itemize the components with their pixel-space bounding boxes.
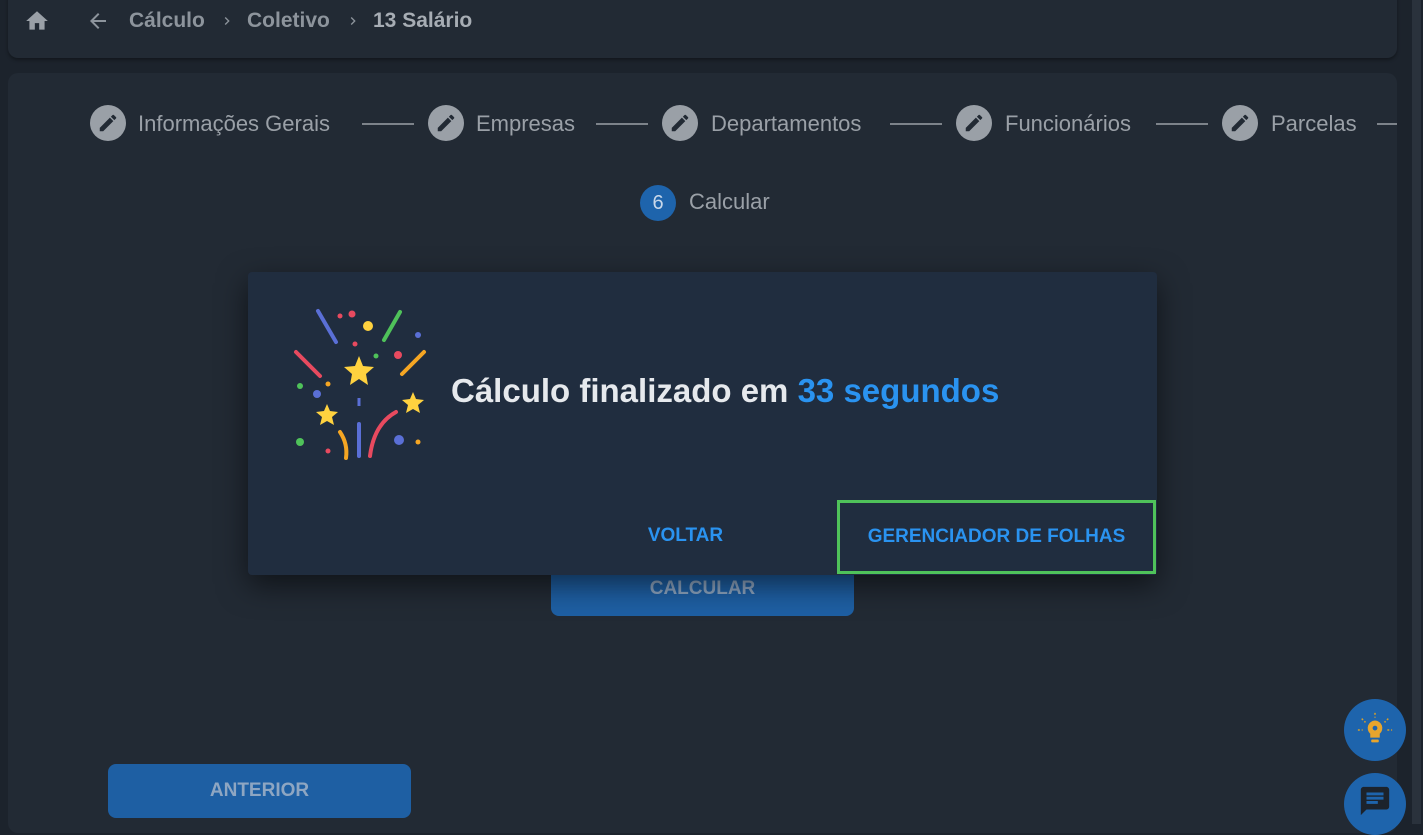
tips-fab[interactable]	[1344, 699, 1406, 761]
anterior-button[interactable]: ANTERIOR	[108, 764, 411, 818]
message-text: Cálculo finalizado em	[451, 372, 798, 409]
step-connector	[1377, 123, 1397, 125]
step-label: Empresas	[476, 111, 576, 136]
calculation-message: Cálculo finalizado em 33 segundos	[451, 372, 999, 410]
calcular-button-label: CALCULAR	[649, 578, 756, 599]
breadcrumb-item-calculo[interactable]: Cálculo	[129, 9, 205, 33]
step-connector	[596, 123, 648, 125]
calculation-complete-dialog: Cálculo finalizado em 33 segundos VOLTAR…	[248, 272, 1157, 575]
step-label: Funcionários	[1005, 111, 1131, 136]
fireworks-icon	[294, 309, 426, 460]
pencil-icon	[428, 105, 464, 141]
arrow-back-icon[interactable]	[84, 9, 112, 33]
chat-icon	[1360, 786, 1390, 816]
pencil-icon	[956, 105, 992, 141]
chat-fab[interactable]	[1344, 773, 1406, 835]
duration-highlight: 33 segundos	[797, 372, 1000, 409]
scrollbar-thumb[interactable]	[1412, 0, 1421, 824]
pencil-icon	[90, 105, 126, 141]
step-connector	[890, 123, 942, 125]
step-label: Parcelas	[1271, 111, 1357, 136]
step-number-badge: 6	[640, 185, 676, 221]
chevron-right-icon	[350, 17, 356, 25]
pencil-icon	[662, 105, 698, 141]
step-label: Informações Gerais	[138, 111, 330, 136]
breadcrumb-item-current: 13 Salário	[373, 9, 473, 32]
breadcrumb: Cálculo Coletivo 13 Salário	[0, 0, 1400, 42]
voltar-button[interactable]: VOLTAR	[628, 512, 743, 560]
step-connector	[362, 123, 414, 125]
step-label-current: Calcular	[689, 189, 770, 214]
step-connector	[1156, 123, 1208, 125]
step-label: Departamentos	[711, 111, 862, 136]
home-icon[interactable]	[22, 8, 52, 34]
lightbulb-icon	[1357, 712, 1393, 743]
gerenciador-de-folhas-button[interactable]: GERENCIADOR DE FOLHAS	[837, 500, 1156, 574]
chevron-right-icon	[224, 17, 230, 25]
pencil-icon	[1222, 105, 1258, 141]
breadcrumb-item-coletivo[interactable]: Coletivo	[247, 9, 330, 33]
